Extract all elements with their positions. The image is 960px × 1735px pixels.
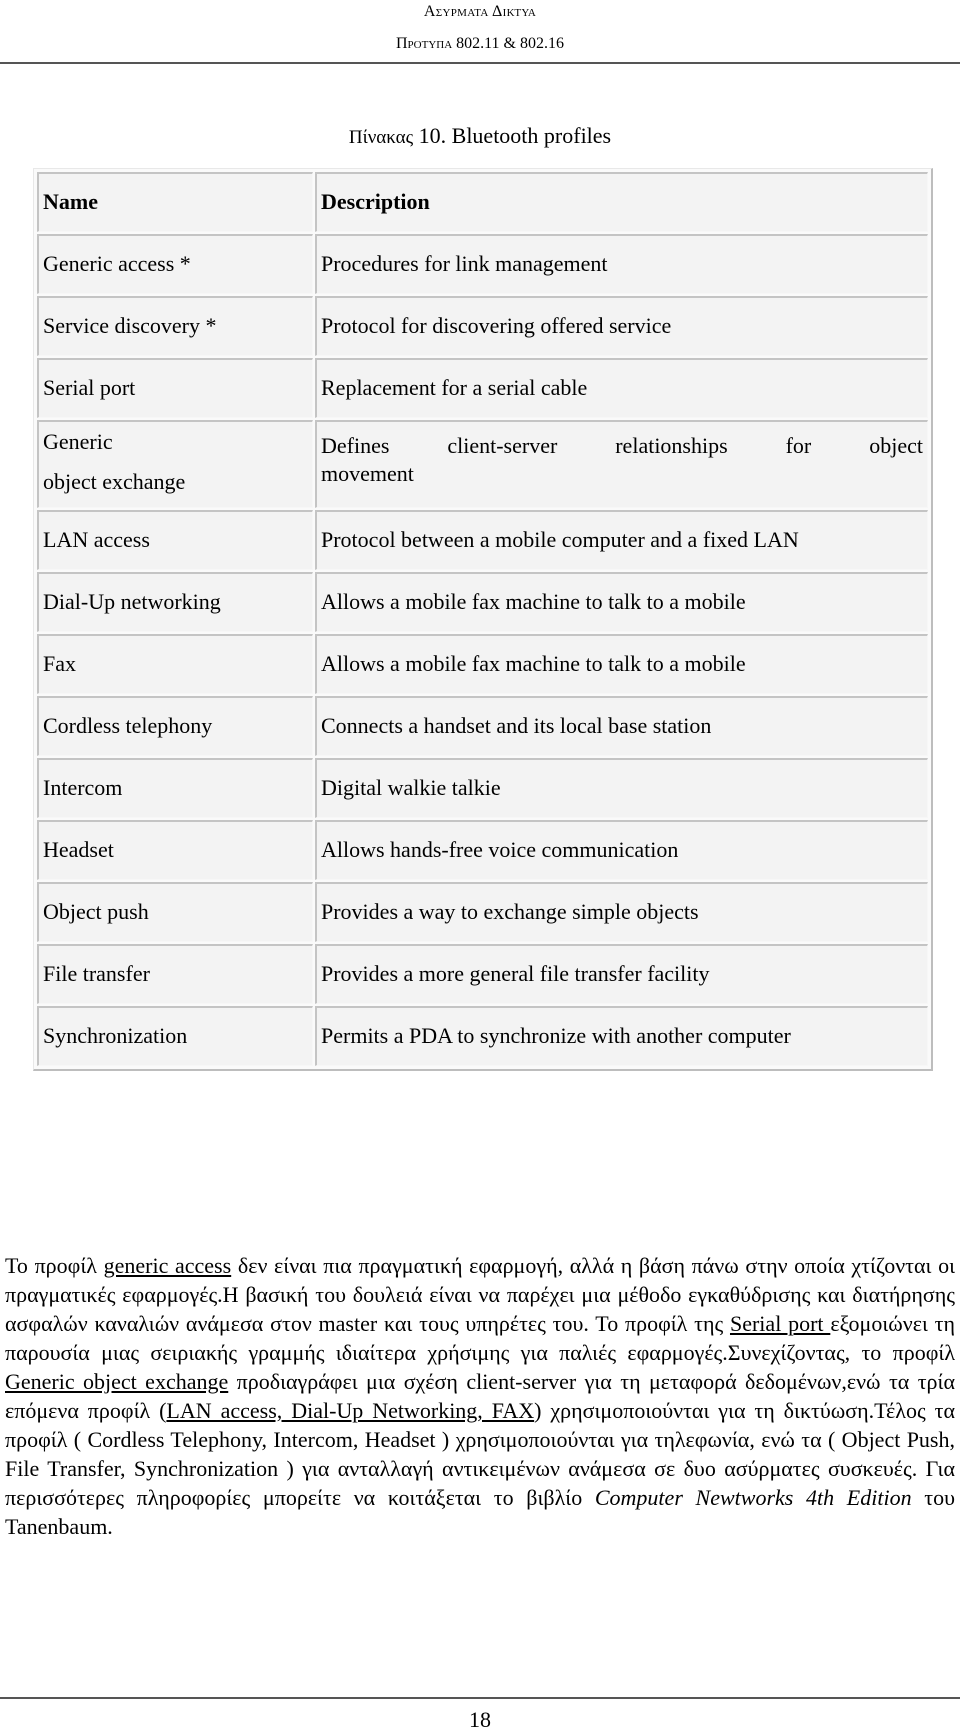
running-header: Ασυρματα Δικτυα Προτυπα 802.11 & 802.16 xyxy=(0,0,960,64)
profile-description-cell: Allows hands-free voice communication xyxy=(315,820,928,880)
description-line: Defines client-server relationships for … xyxy=(321,433,923,458)
profile-description-cell: Protocol between a mobile computer and a… xyxy=(315,510,928,570)
profile-name-cell: Generic access * xyxy=(37,234,313,294)
profile-name-line: Generic xyxy=(43,429,113,454)
book-title: Computer Newtworks 4th Edition xyxy=(594,1485,912,1510)
profile-description-cell: Defines client-server relationships for … xyxy=(315,420,928,508)
table-row: Intercom Digital walkie talkie xyxy=(37,758,928,818)
table-row: Generic access * Procedures for link man… xyxy=(37,234,928,294)
table-row: Headset Allows hands-free voice communic… xyxy=(37,820,928,880)
table-row: Serial port Replacement for a serial cab… xyxy=(37,358,928,418)
profile-name-cell: LAN access xyxy=(37,510,313,570)
table-row: Generic object exchange Defines client-s… xyxy=(37,420,928,508)
profile-name-line: object exchange xyxy=(43,469,186,494)
body-paragraph: Το προφίλ generic access δεν είναι πια π… xyxy=(5,1253,956,1539)
table-row: Cordless telephony Connects a handset an… xyxy=(37,696,928,756)
profile-description-cell: Protocol for discovering offered service xyxy=(315,296,928,356)
table-caption: Πίνακας 10. Bluetooth profiles xyxy=(0,123,960,149)
bluetooth-profiles-table: Name Description Generic access * Proced… xyxy=(33,168,933,1071)
profile-name-cell: Service discovery * xyxy=(37,296,313,356)
profile-name-cell: Fax xyxy=(37,634,313,694)
caption-number: 10. xyxy=(418,123,447,148)
profile-name-cell: Serial port xyxy=(37,358,313,418)
page-number: 18 xyxy=(469,1707,491,1732)
table-row: Synchronization Permits a PDA to synchro… xyxy=(37,1006,928,1066)
description-line: movement xyxy=(321,461,414,486)
profile-description-cell: Allows a mobile fax machine to talk to a… xyxy=(315,634,928,694)
column-header-name: Name xyxy=(37,172,313,232)
link-generic-access[interactable]: generic access xyxy=(104,1253,232,1278)
profile-name-cell: Object push xyxy=(37,882,313,942)
table-row: Dial-Up networking Allows a mobile fax m… xyxy=(37,572,928,632)
profile-name-cell: Dial-Up networking xyxy=(37,572,313,632)
table-row: LAN access Protocol between a mobile com… xyxy=(37,510,928,570)
link-generic-object-exchange[interactable]: Generic object exchange xyxy=(5,1369,228,1394)
profile-name-cell: Generic object exchange xyxy=(37,420,313,508)
profile-name-cell: Intercom xyxy=(37,758,313,818)
caption-title: Bluetooth profiles xyxy=(451,123,612,148)
profile-description-cell: Procedures for link management xyxy=(315,234,928,294)
profile-description-cell: Digital walkie talkie xyxy=(315,758,928,818)
header-subtitle: Προτυπα 802.11 & 802.16 xyxy=(395,35,565,52)
table-row: Service discovery * Protocol for discove… xyxy=(37,296,928,356)
link-serial-port[interactable]: Serial port xyxy=(730,1311,830,1336)
profile-name-cell: Synchronization xyxy=(37,1006,313,1066)
profile-description-cell: Provides a more general file transfer fa… xyxy=(315,944,928,1004)
caption-label: Πίνακας xyxy=(348,127,414,148)
table-row: Object push Provides a way to exchange s… xyxy=(37,882,928,942)
profile-description-cell: Allows a mobile fax machine to talk to a… xyxy=(315,572,928,632)
profile-name-cell: Headset xyxy=(37,820,313,880)
profile-description-cell: Connects a handset and its local base st… xyxy=(315,696,928,756)
profile-description-cell: Permits a PDA to synchronize with anothe… xyxy=(315,1006,928,1066)
link-networking-profiles[interactable]: LAN access, Dial-Up Networking, FAX xyxy=(166,1398,534,1423)
table-row: Fax Allows a mobile fax machine to talk … xyxy=(37,634,928,694)
table-header-row: Name Description xyxy=(37,172,928,232)
header-title: Ασυρματα Δικτυα xyxy=(423,3,537,20)
column-header-description: Description xyxy=(315,172,928,232)
profile-description-cell: Replacement for a serial cable xyxy=(315,358,928,418)
table-row: File transfer Provides a more general fi… xyxy=(37,944,928,1004)
profile-name-cell: Cordless telephony xyxy=(37,696,313,756)
footer-divider xyxy=(0,1697,960,1699)
profile-description-cell: Provides a way to exchange simple object… xyxy=(315,882,928,942)
profile-name-cell: File transfer xyxy=(37,944,313,1004)
